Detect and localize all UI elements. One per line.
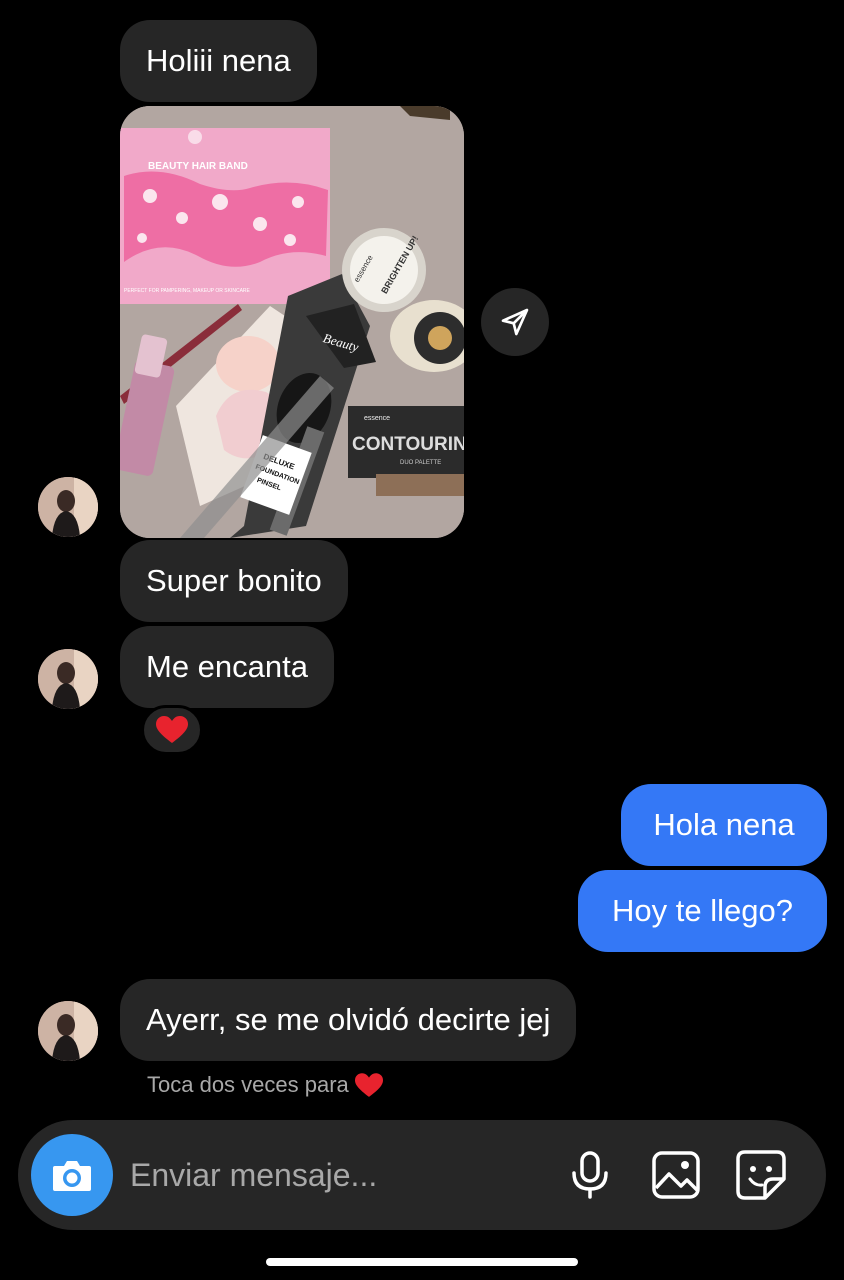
avatar[interactable] (38, 1001, 98, 1061)
camera-icon (53, 1161, 91, 1191)
heart-icon (156, 716, 188, 743)
avatar[interactable] (38, 649, 98, 709)
band-title: BEAUTY HAIR BAND (148, 161, 248, 172)
message-text: Me encanta (146, 649, 308, 684)
gallery-icon (652, 1151, 700, 1199)
chat-screen: Holiii nena BEAUTY HAIR BAND PERFECT FOR… (0, 0, 844, 1280)
palette-subtitle: DUO PALETTE (400, 460, 441, 466)
outgoing-message[interactable]: Hola nena (621, 784, 827, 866)
avatar[interactable] (38, 477, 98, 537)
heart-icon (354, 1072, 383, 1097)
sticker-icon (736, 1150, 786, 1200)
send-icon (501, 308, 529, 336)
share-button[interactable] (481, 288, 549, 356)
incoming-message[interactable]: Super bonito (120, 540, 348, 622)
message-text: Hoy te llego? (612, 893, 793, 928)
photo-message[interactable]: BEAUTY HAIR BAND PERFECT FOR PAMPERING, … (120, 106, 464, 538)
home-indicator[interactable] (266, 1258, 578, 1266)
gallery-button[interactable] (649, 1148, 703, 1202)
message-text: Hola nena (653, 807, 795, 842)
hint-text: Toca dos veces para (147, 1072, 349, 1097)
incoming-message[interactable]: Holiii nena (120, 20, 317, 102)
reaction-badge[interactable] (141, 705, 203, 755)
avatar-image (38, 1001, 98, 1061)
photo-image: BEAUTY HAIR BAND PERFECT FOR PAMPERING, … (120, 106, 464, 538)
double-tap-hint: Toca dos veces para (147, 1072, 383, 1098)
message-input[interactable] (130, 1150, 550, 1200)
band-caption: PERFECT FOR PAMPERING, MAKEUP OR SKINCAR… (124, 288, 251, 294)
message-text: Super bonito (146, 563, 322, 598)
camera-button[interactable] (31, 1134, 113, 1216)
message-text: Holiii nena (146, 43, 291, 78)
palette-brand: essence (364, 415, 390, 422)
microphone-button[interactable] (563, 1148, 617, 1202)
avatar-image (38, 477, 98, 537)
sticker-button[interactable] (734, 1148, 788, 1202)
palette-title: CONTOURING (352, 434, 464, 455)
message-composer (18, 1120, 826, 1230)
incoming-message[interactable]: Ayerr, se me olvidó decirte jej (120, 979, 577, 1061)
microphone-icon (572, 1151, 608, 1199)
incoming-message[interactable]: Me encanta (120, 626, 334, 708)
avatar-image (38, 649, 98, 709)
message-text: Ayerr, se me olvidó decirte jej (146, 1002, 551, 1037)
outgoing-message[interactable]: Hoy te llego? (578, 870, 827, 952)
